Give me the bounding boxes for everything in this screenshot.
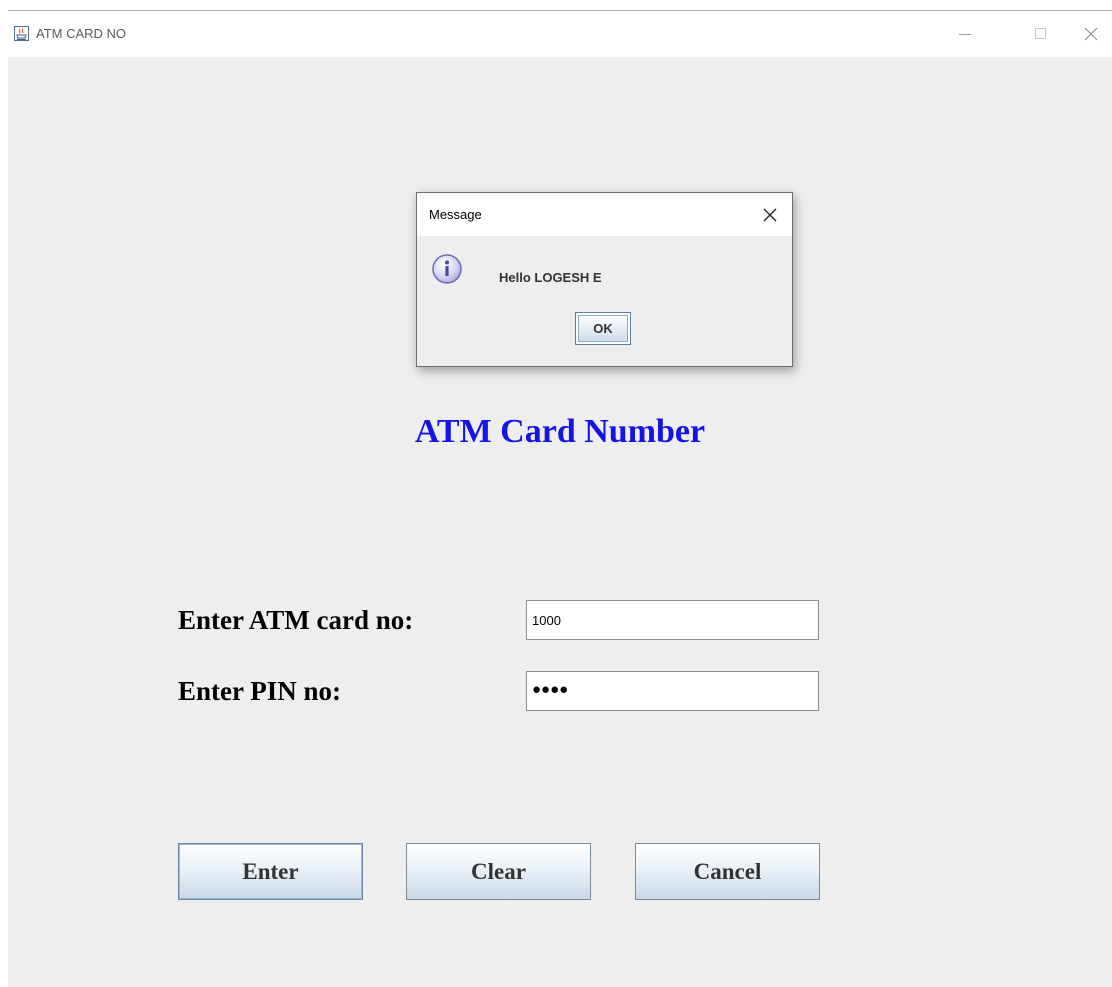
close-icon[interactable]: [1068, 11, 1112, 57]
card-number-label: Enter ATM card no:: [178, 605, 414, 635]
page-title: ATM Card Number: [414, 413, 706, 450]
ok-button[interactable]: OK: [575, 312, 631, 345]
enter-button[interactable]: Enter: [178, 843, 363, 900]
info-icon: [431, 253, 463, 285]
pin-label: Enter PIN no:: [178, 676, 342, 706]
window-title: ATM CARD NO: [36, 26, 127, 41]
dialog-titlebar[interactable]: Message: [417, 193, 792, 236]
message-dialog: Message Hello LOGESH E OK: [416, 192, 793, 367]
dialog-message: Hello LOGESH E: [499, 270, 602, 285]
cancel-button[interactable]: Cancel: [635, 843, 820, 900]
app-window: ATM CARD NO ATM Card Number Enter ATM ca…: [8, 10, 1112, 987]
dialog-title: Message: [429, 207, 482, 222]
minimize-icon[interactable]: [942, 11, 988, 57]
pin-field[interactable]: [526, 671, 819, 711]
maximize-icon[interactable]: [1018, 11, 1064, 57]
dialog-close-icon[interactable]: [760, 205, 780, 225]
clear-button[interactable]: Clear: [406, 843, 591, 900]
card-number-field[interactable]: [526, 600, 819, 640]
window-titlebar[interactable]: ATM CARD NO: [8, 11, 1112, 57]
java-app-icon: [14, 26, 29, 41]
